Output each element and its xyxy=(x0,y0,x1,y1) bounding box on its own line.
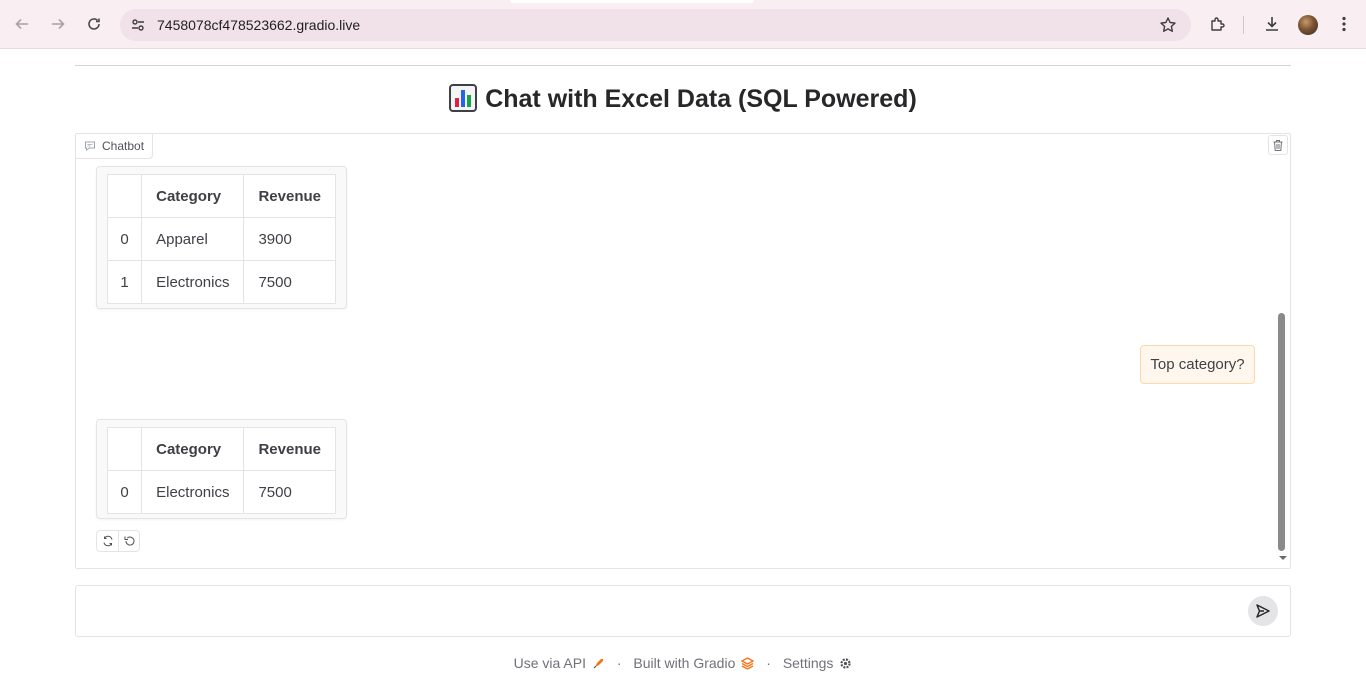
column-header: Category xyxy=(141,427,245,471)
gradio-logo-icon xyxy=(741,656,755,670)
more-vertical-icon xyxy=(1342,16,1346,32)
bot-message: Category Revenue 0 Apparel 3900 1 Electr… xyxy=(96,166,347,309)
browser-menu-button[interactable] xyxy=(1334,14,1354,34)
footer-separator: · xyxy=(766,655,771,671)
message-input[interactable] xyxy=(88,598,1238,626)
table-cell: 7500 xyxy=(243,470,336,514)
chat-icon xyxy=(85,141,95,151)
column-header xyxy=(106,427,143,471)
bookmark-star-icon[interactable] xyxy=(1159,16,1177,34)
rocket-icon xyxy=(593,658,603,668)
browser-toolbar: 7458078cf478523662.gradio.live xyxy=(0,0,1366,49)
send-icon xyxy=(1256,604,1270,618)
arrow-left-icon xyxy=(15,18,28,30)
address-bar[interactable]: 7458078cf478523662.gradio.live xyxy=(120,9,1191,41)
extensions-button[interactable] xyxy=(1208,14,1228,34)
settings-link[interactable]: Settings xyxy=(783,655,853,671)
download-icon xyxy=(1266,17,1278,31)
toolbar-divider xyxy=(1243,16,1244,34)
back-button[interactable] xyxy=(10,12,34,36)
user-message: Top category? xyxy=(1140,345,1255,384)
chatbot-label-text: Chatbot xyxy=(102,139,145,153)
url-text: 7458078cf478523662.gradio.live xyxy=(157,17,361,33)
gear-icon xyxy=(840,657,852,669)
column-header: Category xyxy=(141,174,245,218)
chatbot-label: Chatbot xyxy=(76,134,154,159)
chat-scrollbar[interactable] xyxy=(1278,313,1285,551)
scroll-down-arrow-icon[interactable] xyxy=(1278,555,1288,561)
bot-message: Category Revenue 0 Electronics 7500 xyxy=(96,419,347,519)
active-tab-edge xyxy=(510,0,754,3)
dataframe-table: Category Revenue 0 Apparel 3900 1 Electr… xyxy=(106,174,336,304)
table-cell: 7500 xyxy=(243,260,336,304)
downloads-button[interactable] xyxy=(1262,14,1282,34)
footer-separator: · xyxy=(616,655,622,671)
table-row: 1 Electronics 7500 xyxy=(106,260,336,304)
table-cell: 0 xyxy=(106,470,143,514)
use-via-api-text: Use via API xyxy=(513,655,586,671)
reload-button[interactable] xyxy=(82,12,106,36)
column-header: Revenue xyxy=(243,174,336,218)
dataframe-table: Category Revenue 0 Electronics 7500 xyxy=(106,427,336,514)
table-row: 0 Electronics 7500 xyxy=(106,470,336,514)
undo-button[interactable] xyxy=(118,531,139,551)
use-via-api-link[interactable]: Use via API xyxy=(514,655,605,671)
page-title: Chat with Excel Data (SQL Powered) xyxy=(0,84,1366,114)
table-cell: 1 xyxy=(106,260,143,304)
message-actions xyxy=(96,530,140,552)
table-header-row: Category Revenue xyxy=(106,174,336,218)
undo-icon xyxy=(124,536,135,546)
arrow-right-icon xyxy=(52,18,65,30)
built-with-gradio-text: Built with Gradio xyxy=(633,655,736,671)
table-row: 0 Apparel 3900 xyxy=(106,217,336,261)
send-button[interactable] xyxy=(1248,596,1278,626)
table-cell: Electronics xyxy=(141,470,245,514)
settings-text: Settings xyxy=(782,655,834,671)
column-header: Revenue xyxy=(243,427,336,471)
table-header-row: Category Revenue xyxy=(106,427,336,471)
table-cell: 0 xyxy=(106,217,143,261)
chatbot-panel: Chatbot Category Revenue 0 Apparel 3900 xyxy=(75,133,1291,569)
bar-chart-emoji-icon xyxy=(449,84,478,112)
message-input-container xyxy=(75,585,1291,637)
profile-avatar[interactable] xyxy=(1298,15,1318,35)
table-cell: Electronics xyxy=(141,260,245,304)
built-with-gradio-link[interactable]: Built with Gradio xyxy=(633,655,755,671)
trash-icon xyxy=(1273,139,1283,151)
page-title-text: Chat with Excel Data (SQL Powered) xyxy=(485,85,917,113)
table-cell: 3900 xyxy=(243,217,336,261)
puzzle-icon xyxy=(1211,17,1225,31)
column-header xyxy=(106,174,143,218)
forward-button[interactable] xyxy=(46,12,70,36)
table-cell: Apparel xyxy=(141,217,245,261)
retry-icon xyxy=(103,535,112,547)
footer: Use via API · Built with Gradio · Settin… xyxy=(0,655,1366,671)
clear-chat-button[interactable] xyxy=(1268,135,1288,155)
header-divider xyxy=(75,65,1291,66)
retry-button[interactable] xyxy=(97,531,118,551)
site-settings-icon[interactable] xyxy=(130,17,146,33)
reload-icon xyxy=(88,18,100,30)
